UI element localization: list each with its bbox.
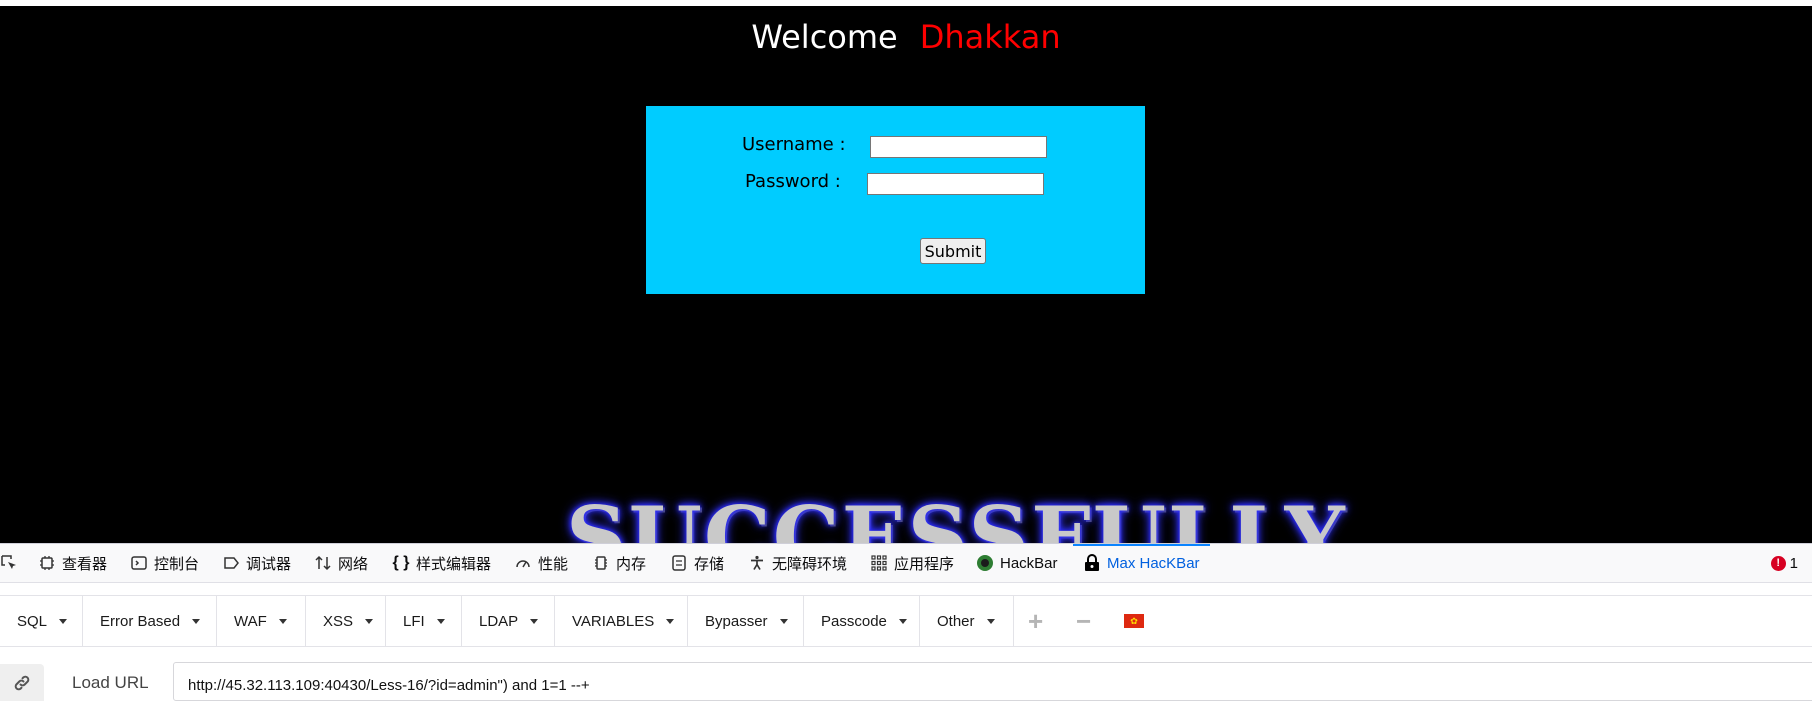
url-input[interactable]: http://45.32.113.109:40430/Less-16/?id=a…	[173, 662, 1812, 701]
tab-max-hackbar[interactable]: Max HacKBar	[1073, 544, 1210, 582]
error-icon: !	[1770, 555, 1786, 571]
menu-variables[interactable]: VARIABLES	[555, 596, 688, 646]
tab-debugger[interactable]: 调试器	[222, 544, 291, 582]
caret-down-icon	[666, 618, 675, 624]
tab-network[interactable]: 网络	[314, 544, 368, 582]
tab-label: 存储	[694, 555, 725, 573]
menu-label: Bypasser	[705, 612, 768, 630]
tab-label: Max HacKBar	[1107, 554, 1200, 572]
style-editor-icon: { }	[392, 554, 410, 571]
menu-label: XSS	[323, 612, 354, 630]
tab-label: 网络	[338, 555, 369, 573]
tab-label: 内存	[616, 555, 647, 573]
menu-label: Other	[937, 612, 975, 630]
hackbar-toolbar: SQL Error Based WAF XSS LFI LDAP VARIABL…	[0, 595, 1812, 647]
storage-icon	[670, 554, 688, 572]
tab-application[interactable]: 应用程序	[870, 544, 954, 582]
caret-down-icon	[192, 618, 201, 624]
success-banner: SUCCESSFULLY	[566, 488, 1347, 544]
network-icon	[314, 554, 332, 572]
caret-down-icon	[986, 618, 995, 624]
welcome-text: Welcome	[751, 18, 898, 56]
tab-label: 调试器	[246, 555, 292, 573]
accessibility-icon	[748, 554, 766, 572]
tab-style-editor[interactable]: { } 样式编辑器	[392, 544, 491, 582]
caret-down-icon	[898, 618, 907, 624]
menu-lfi[interactable]: LFI	[386, 596, 462, 646]
caret-down-icon	[278, 618, 287, 624]
tab-storage[interactable]: 存储	[670, 544, 724, 582]
menu-ldap[interactable]: LDAP	[462, 596, 555, 646]
tab-label: 性能	[538, 555, 569, 573]
menu-label: Passcode	[821, 612, 887, 630]
tab-memory[interactable]: 内存	[592, 544, 646, 582]
menu-label: Error Based	[100, 612, 181, 630]
menu-label: WAF	[234, 612, 267, 630]
menu-xss[interactable]: XSS	[306, 596, 386, 646]
tab-console[interactable]: 控制台	[130, 544, 199, 582]
menu-waf[interactable]: WAF	[217, 596, 306, 646]
tab-performance[interactable]: 性能	[514, 544, 568, 582]
console-icon	[130, 554, 148, 572]
menu-label: LDAP	[479, 612, 519, 630]
tab-label: 样式编辑器	[416, 555, 492, 573]
hk-flag-icon[interactable]: ✿	[1124, 614, 1144, 628]
performance-icon	[514, 554, 532, 572]
caret-down-icon	[59, 618, 68, 624]
tab-inspector[interactable]: 查看器	[38, 544, 107, 582]
welcome-heading: Welcome Dhakkan	[0, 18, 1812, 56]
username-input[interactable]	[870, 136, 1047, 158]
error-counter[interactable]: ! 1	[1770, 544, 1798, 582]
caret-down-icon	[365, 618, 374, 624]
submit-button[interactable]: Submit	[920, 238, 986, 264]
memory-icon	[592, 554, 610, 572]
menu-passcode[interactable]: Passcode	[804, 596, 920, 646]
user-name: Dhakkan	[919, 18, 1061, 56]
tab-label: 无障碍环境	[772, 555, 848, 573]
element-picker-button[interactable]	[0, 544, 24, 582]
max-hackbar-icon	[1083, 554, 1101, 572]
inspector-icon	[38, 554, 56, 572]
menu-sql[interactable]: SQL	[0, 596, 83, 646]
link-icon[interactable]	[0, 664, 44, 701]
menu-other[interactable]: Other	[920, 596, 1014, 646]
caret-down-icon	[436, 618, 445, 624]
password-input[interactable]	[867, 173, 1044, 195]
login-form: Username : Password : Submit	[646, 106, 1145, 294]
menu-label: SQL	[17, 612, 48, 630]
tab-label: 查看器	[62, 555, 108, 573]
page-viewport: Welcome Dhakkan Username : Password : Sub…	[0, 6, 1812, 543]
hackbar-icon	[976, 554, 994, 572]
tab-hackbar[interactable]: HackBar	[976, 544, 1058, 582]
caret-down-icon	[779, 618, 788, 624]
menu-label: VARIABLES	[572, 612, 655, 630]
menu-bypasser[interactable]: Bypasser	[688, 596, 804, 646]
error-count: 1	[1789, 554, 1798, 572]
tab-label: HackBar	[1000, 554, 1058, 572]
menu-error-based[interactable]: Error Based	[83, 596, 217, 646]
password-label: Password :	[745, 171, 841, 192]
caret-down-icon	[530, 618, 539, 624]
debugger-icon	[222, 554, 240, 572]
application-icon	[870, 554, 888, 572]
plus-icon[interactable]: +	[1028, 596, 1043, 646]
tab-label: 控制台	[154, 555, 200, 573]
devtools-tab-bar: 查看器 控制台 调试器 网络 { } 样式编辑器 性能 内存 存储 无障碍环境 …	[0, 543, 1812, 583]
tab-accessibility[interactable]: 无障碍环境	[748, 544, 847, 582]
username-label: Username :	[742, 134, 846, 155]
load-url-button[interactable]: Load URL	[72, 673, 149, 693]
minus-icon[interactable]: −	[1076, 596, 1091, 646]
pick-element-icon	[0, 554, 18, 572]
url-row: Load URL http://45.32.113.109:40430/Less…	[0, 660, 1812, 701]
tab-label: 应用程序	[894, 555, 955, 573]
menu-label: LFI	[403, 612, 425, 630]
